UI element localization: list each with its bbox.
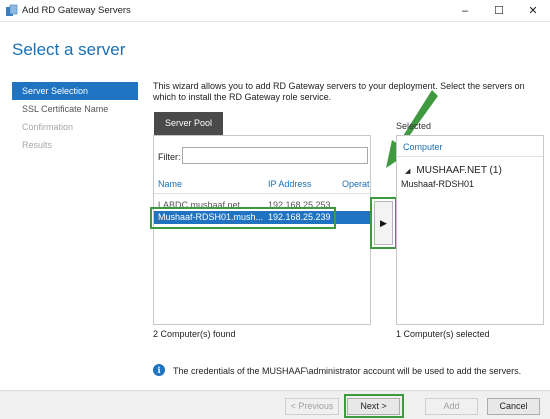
column-header-ip-address[interactable]: IP Address [268, 179, 311, 189]
previous-button[interactable]: < Previous [285, 398, 339, 415]
selected-label: Selected [396, 121, 432, 131]
window-title: Add RD Gateway Servers [22, 5, 131, 16]
wizard-header: Select a server [0, 23, 550, 69]
cancel-button[interactable]: Cancel [487, 398, 540, 415]
list-item[interactable]: Mushaaf-RDSH01 [401, 179, 474, 189]
close-button[interactable]: ✕ [516, 0, 550, 22]
page-title: Select a server [12, 40, 126, 59]
step-results: Results [22, 140, 53, 150]
wizard-description: This wizard allows you to add RD Gateway… [153, 81, 525, 102]
column-header-computer[interactable]: Computer [403, 142, 443, 152]
selected-count: 1 Computer(s) selected [396, 329, 490, 339]
server-manager-icon [6, 4, 18, 16]
group-label: MUSHAAF.NET (1) [416, 165, 502, 176]
selected-servers-panel: Computer ◢ MUSHAAF.NET (1) Mushaaf-RDSH01 [396, 135, 544, 325]
maximize-button[interactable]: ☐ [482, 0, 516, 22]
column-header-operating-system[interactable]: Operat [342, 179, 370, 189]
step-ssl-certificate-name[interactable]: SSL Certificate Name [12, 100, 138, 118]
add-button[interactable]: Add [425, 398, 478, 415]
header-divider [397, 156, 543, 157]
selected-row-highlight [150, 207, 336, 229]
pool-count: 2 Computer(s) found [153, 329, 236, 339]
wizard-steps: Server Selection SSL Certificate Name Co… [12, 82, 138, 154]
wizard-footer: < Previous Next > Add Cancel [0, 390, 550, 419]
minimize-button[interactable]: – [448, 0, 482, 22]
collapse-triangle-icon[interactable]: ◢ [405, 168, 410, 175]
filter-input[interactable] [182, 147, 368, 164]
filter-label: Filter: [158, 152, 181, 162]
tab-server-pool[interactable]: Server Pool [154, 112, 223, 135]
column-header-name[interactable]: Name [158, 179, 182, 189]
group-mushaaf-net[interactable]: ◢ MUSHAAF.NET (1) [405, 165, 502, 176]
title-bar: Add RD Gateway Servers – ☐ ✕ [0, 0, 550, 22]
info-icon: i [153, 364, 165, 376]
step-confirmation: Confirmation [22, 122, 74, 132]
header-divider [154, 193, 370, 194]
next-button-highlight [344, 394, 404, 418]
step-server-selection[interactable]: Server Selection [12, 82, 138, 100]
server-pool-panel: Filter: Name IP Address Operat LABDC.mus… [153, 135, 371, 325]
credentials-info: The credentials of the MUSHAAF\administr… [173, 366, 522, 376]
add-to-selected-button[interactable]: ▶ [374, 201, 393, 245]
